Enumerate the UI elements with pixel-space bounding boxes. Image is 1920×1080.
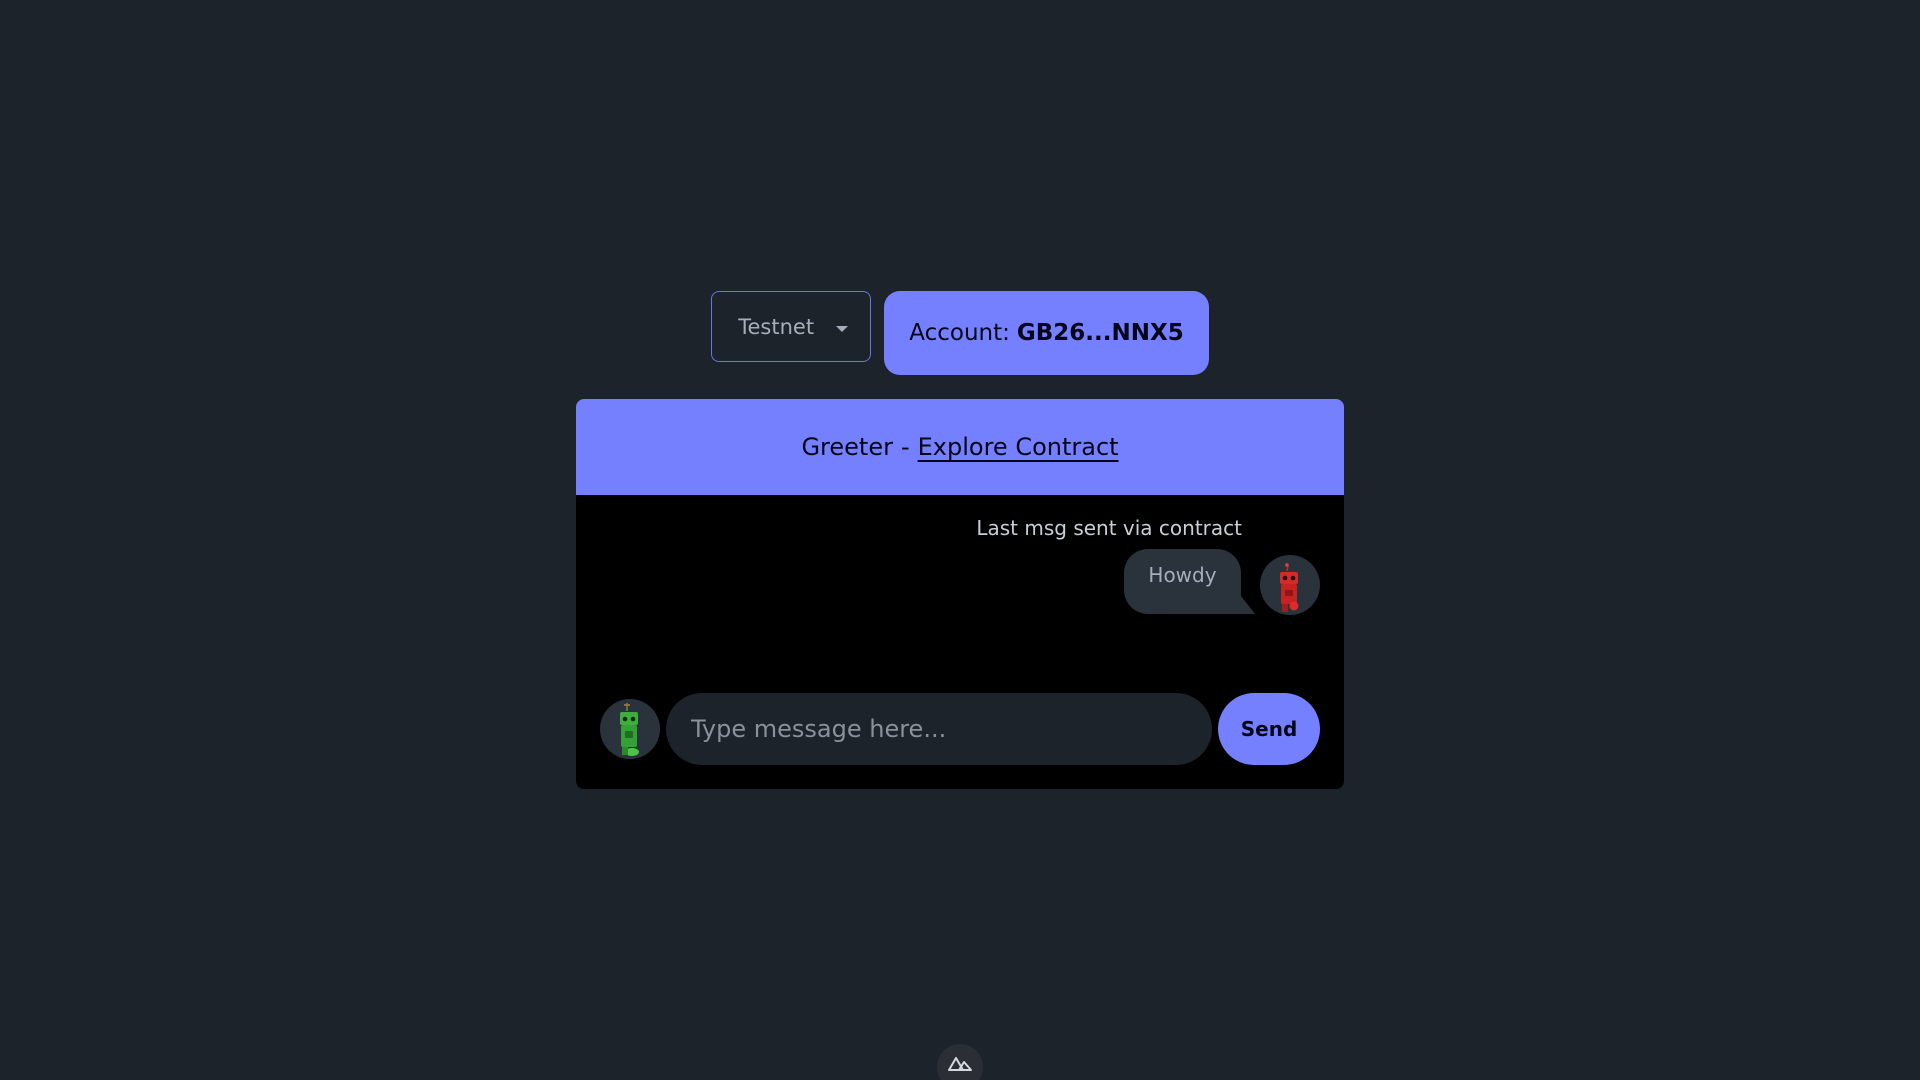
chat-header: Last msg sent via contract bbox=[976, 516, 1242, 540]
chat-bubble-text: Howdy bbox=[1148, 563, 1217, 587]
network-select[interactable]: Testnet bbox=[711, 291, 872, 362]
card-header: Greeter - Explore Contract bbox=[576, 399, 1344, 495]
nuxt-devtools-button[interactable] bbox=[937, 1044, 983, 1080]
title-separator: - bbox=[900, 433, 910, 461]
app-root: Testnet Account: GB26...NNX5 Greeter - E… bbox=[0, 0, 1920, 1080]
red-robot-avatar bbox=[1260, 555, 1320, 615]
message-input[interactable] bbox=[666, 693, 1212, 765]
send-button[interactable]: Send bbox=[1218, 693, 1320, 765]
chevron-down-icon bbox=[836, 325, 849, 332]
network-select-value: Testnet bbox=[738, 314, 815, 339]
explore-contract-link[interactable]: Explore Contract bbox=[918, 433, 1119, 461]
account-button[interactable]: Account: GB26...NNX5 bbox=[884, 291, 1209, 375]
chat-bubble: Howdy bbox=[1124, 549, 1255, 614]
account-address: GB26...NNX5 bbox=[1016, 320, 1184, 346]
account-label: Account: bbox=[909, 320, 1010, 346]
nuxt-logo-icon bbox=[947, 1054, 973, 1080]
green-robot-avatar bbox=[600, 699, 660, 759]
card-title: Greeter bbox=[801, 433, 893, 461]
greeter-card: Greeter - Explore Contract Last msg sent… bbox=[576, 399, 1344, 789]
top-bar: Testnet Account: GB26...NNX5 bbox=[0, 291, 1920, 375]
